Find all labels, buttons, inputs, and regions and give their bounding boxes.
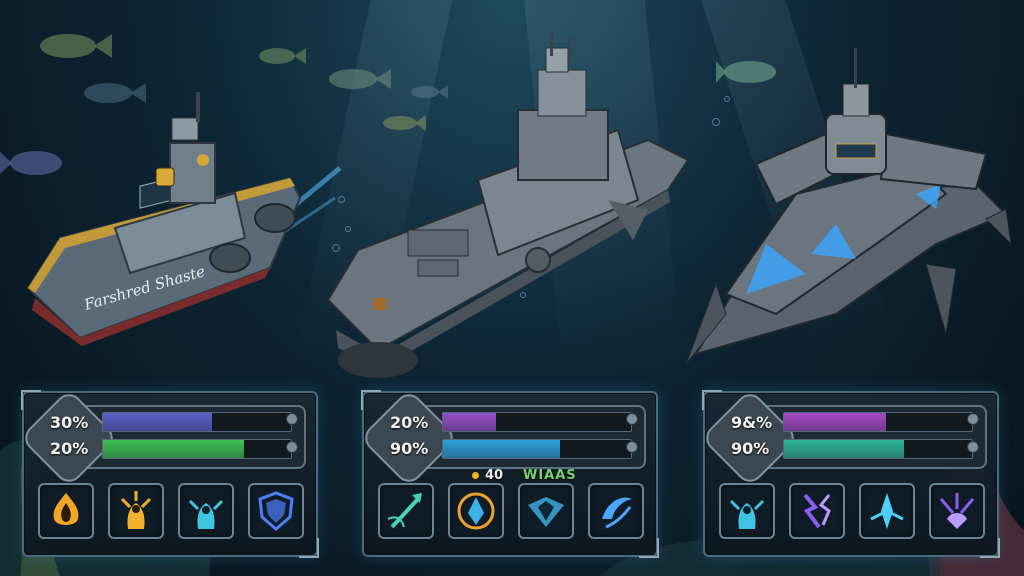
gold-dot-icon <box>472 472 479 479</box>
resource-counter: 40 <box>472 468 503 483</box>
stat-bar <box>102 439 292 459</box>
stat-bars-frame: 30% 20% <box>19 388 306 488</box>
stat-bars-frame: 9&% 90% <box>700 388 987 488</box>
stat-percent-label: 20% <box>50 439 89 458</box>
flame-burst-icon <box>53 493 79 525</box>
ship-tag-label: WIAAS <box>523 468 577 483</box>
water-warrior-icon <box>729 499 765 529</box>
stat-bar <box>102 412 292 432</box>
stat-bar-fill <box>103 440 244 458</box>
ability-row <box>719 483 985 541</box>
screw-decoration <box>286 413 298 425</box>
stat-bar-fill <box>443 413 496 431</box>
stat-hex-badge <box>19 388 119 488</box>
stat-bar <box>783 412 973 432</box>
ability-slot[interactable] <box>789 483 845 539</box>
stat-bar <box>783 439 973 459</box>
stat-bar-fill <box>103 413 213 431</box>
stat-hex-badge <box>700 388 800 488</box>
ability-slot[interactable] <box>859 483 915 539</box>
stat-bar-fill <box>784 440 905 458</box>
ability-slot[interactable] <box>38 483 94 539</box>
stat-bar <box>442 439 632 459</box>
fire-warrior-icon <box>120 491 152 529</box>
rune-warship-ship[interactable] <box>686 44 1016 374</box>
water-warrior-icon <box>188 499 224 529</box>
stat-percent-label: 30% <box>50 413 89 432</box>
stat-percent-label: 90% <box>731 439 770 458</box>
ability-slot[interactable] <box>248 483 304 539</box>
energy-shield-icon <box>258 491 294 531</box>
ability-row <box>378 483 644 541</box>
ability-slot[interactable] <box>719 483 775 539</box>
stat-bar-fill <box>443 440 560 458</box>
stat-percent-label: 20% <box>390 413 429 432</box>
ice-crystal-icon <box>870 493 904 529</box>
ability-slot[interactable] <box>108 483 164 539</box>
claw-strike-icon <box>939 493 975 529</box>
vortex-slash-icon <box>602 497 632 529</box>
stat-hex-badge <box>359 388 459 488</box>
trident-strike-icon <box>387 493 422 529</box>
water-shield-icon <box>528 497 564 527</box>
screw-decoration <box>967 441 979 453</box>
stat-bar-fill <box>784 413 886 431</box>
fish-decoration <box>259 48 306 64</box>
stat-percent-label: 9&% <box>731 413 773 432</box>
ship-stat-panel: 20% 90% <box>359 388 659 558</box>
screw-decoration <box>626 441 638 453</box>
ability-slot[interactable] <box>518 483 574 539</box>
ability-slot[interactable] <box>378 483 434 539</box>
ship-stat-panel: 30% 20% <box>19 388 319 558</box>
screw-decoration <box>286 441 298 453</box>
ability-slot[interactable] <box>178 483 234 539</box>
ability-slot[interactable] <box>448 483 504 539</box>
lightning-rune-icon <box>803 493 831 529</box>
ship-stat-panel: 9&% 90% <box>700 388 1000 558</box>
fish-decoration <box>40 34 112 58</box>
battleship-ship[interactable] <box>318 30 698 390</box>
counter-value: 40 <box>485 468 504 483</box>
stat-bars-frame: 20% 90% <box>359 388 646 488</box>
crystal-burst-icon <box>457 492 495 530</box>
ability-slot[interactable] <box>588 483 644 539</box>
screw-decoration <box>626 413 638 425</box>
patrol-boat-ship[interactable]: Farshred Shaste <box>20 88 350 348</box>
stat-bar <box>442 412 632 432</box>
ability-slot[interactable] <box>929 483 985 539</box>
ability-row <box>38 483 304 541</box>
screw-decoration <box>967 413 979 425</box>
stat-percent-label: 90% <box>390 439 429 458</box>
